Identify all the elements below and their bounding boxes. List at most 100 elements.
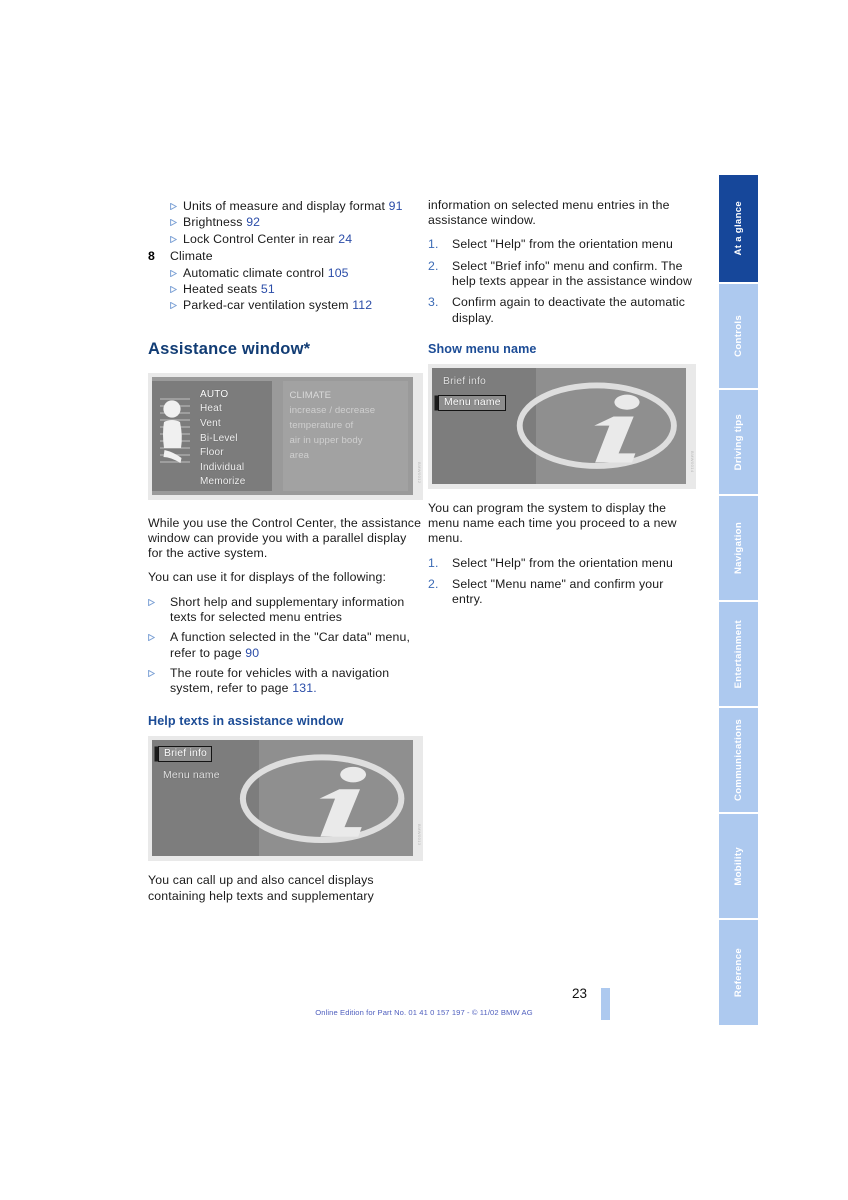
step-number: 2.	[428, 258, 439, 273]
list-item-label: The route for vehicles with a navigation…	[170, 666, 423, 697]
index-item-label: Heated seats 51	[183, 281, 423, 297]
climate-menu-item[interactable]: Heat	[200, 402, 246, 417]
index-item-text: Automatic climate control	[183, 265, 325, 280]
help-steps-list: 1. Select "Help" from the orientation me…	[428, 237, 696, 325]
triangle-bullet-icon	[148, 630, 170, 661]
sidebar-item-at-a-glance[interactable]: At a glance	[719, 175, 758, 282]
left-column: Units of measure and display format 91 B…	[148, 198, 423, 904]
sidebar-item-label: Entertainment	[733, 619, 744, 689]
step-number: 2.	[428, 576, 439, 591]
sidebar-item-label: At a glance	[733, 201, 744, 256]
brief-info-screen: Brief info Menu name	[152, 740, 413, 857]
paragraph-assistance-intro: While you use the Control Center, the as…	[148, 515, 422, 561]
sidebar-item-controls[interactable]: Controls	[719, 282, 758, 388]
sidebar-item-label: Mobility	[733, 846, 744, 886]
triangle-bullet-icon	[170, 281, 183, 297]
figure-show-menu-name: Brief info Menu name BMW0014	[428, 363, 696, 489]
list-item-label: Short help and supplementary information…	[170, 595, 423, 626]
list-item: 2. Select "Menu name" and confirm your e…	[428, 577, 696, 608]
list-item-label: A function selected in the "Car data" me…	[170, 630, 423, 661]
triangle-bullet-icon	[148, 595, 170, 626]
page-ref[interactable]: 24	[338, 232, 352, 246]
index-list-continued: Units of measure and display format 91 B…	[148, 198, 423, 314]
page-ref[interactable]: 51	[261, 282, 275, 296]
sidebar-item-communications[interactable]: Communications	[719, 706, 758, 812]
sidebar-item-mobility[interactable]: Mobility	[719, 812, 758, 918]
step-text: Select "Menu name" and confirm your entr…	[452, 576, 664, 607]
index-item-text: Units of measure and display format	[183, 199, 386, 213]
index-item: Parked-car ventilation system 112	[148, 297, 423, 313]
index-item-text: Parked-car ventilation system	[183, 298, 349, 313]
menu-name-screen: Brief info Menu name	[432, 367, 686, 484]
climate-menu-item[interactable]: Memorize	[200, 475, 246, 490]
subheading-show-menu-name: Show menu name	[428, 341, 537, 356]
index-section-climate: 8 Climate	[148, 248, 423, 264]
page-ref[interactable]: 90	[245, 646, 259, 660]
page-ref[interactable]: 92	[246, 215, 260, 229]
triangle-bullet-icon	[170, 214, 183, 230]
climate-menu-panel: AUTO Heat Vent Bi-Level Floor Individual…	[152, 380, 273, 491]
index-item-label: Parked-car ventilation system 112	[183, 297, 423, 313]
page-number: 23	[572, 986, 588, 1001]
footer-copyright: Online Edition for Part No. 01 41 0 157 …	[315, 1008, 533, 1017]
index-item-text: Lock Control Center in rear	[183, 231, 335, 246]
sidebar-item-navigation[interactable]: Navigation	[719, 494, 758, 600]
climate-info-title: CLIMATE	[289, 389, 332, 401]
index-item-text: Heated seats	[183, 282, 258, 297]
list-item-text: The route for vehicles with a navigation…	[170, 665, 390, 696]
page-ref[interactable]: 112	[352, 298, 372, 312]
step-number: 1.	[428, 555, 439, 570]
menu-option-menu-name[interactable]: Menu name	[158, 769, 224, 783]
figure-caption-mark: BMW0013	[417, 823, 422, 846]
list-item: Short help and supplementary information…	[148, 595, 423, 626]
menu-option-menu-name[interactable]: Menu name	[438, 394, 506, 411]
index-item: Automatic climate control 105	[148, 265, 423, 281]
index-item-label: Brightness 92	[183, 214, 423, 230]
climate-menu-item[interactable]: Individual	[200, 461, 246, 476]
climate-menu-item[interactable]: Floor	[200, 446, 246, 461]
climate-info-line: air in upper body	[289, 434, 363, 446]
index-item: Brightness 92	[148, 214, 423, 230]
sidebar-item-entertainment[interactable]: Entertainment	[719, 600, 758, 706]
sidebar-item-label: Communications	[733, 718, 744, 802]
page-ref[interactable]: 131.	[292, 681, 317, 695]
index-item-label: Automatic climate control 105	[183, 265, 423, 281]
information-watermark-icon	[517, 382, 678, 470]
section-number: 8	[148, 249, 155, 264]
climate-menu-item[interactable]: Vent	[200, 417, 246, 432]
triangle-bullet-icon	[170, 231, 183, 247]
page-title: Assistance window*	[148, 339, 311, 358]
list-item-text: A function selected in the "Car data" me…	[170, 630, 411, 660]
list-item: 1. Select "Help" from the orientation me…	[428, 556, 696, 571]
climate-info-line: increase / decrease	[289, 404, 376, 416]
climate-info-text: CLIMATE increase / decrease temperature …	[290, 388, 404, 463]
sidebar-item-label: Navigation	[733, 521, 744, 575]
menu-option-brief-info[interactable]: Brief info	[438, 375, 490, 389]
section-title: Climate	[170, 249, 213, 264]
index-item: Lock Control Center in rear 24	[148, 231, 423, 247]
step-text: Select "Help" from the orientation menu	[452, 237, 674, 252]
triangle-bullet-icon	[170, 198, 183, 214]
climate-menu-item[interactable]: AUTO	[200, 388, 246, 403]
sidebar-item-label: Driving tips	[733, 413, 744, 471]
list-item: A function selected in the "Car data" me…	[148, 630, 423, 661]
page-ref[interactable]: 91	[389, 199, 403, 213]
figure-caption-mark: BMW0012	[417, 462, 422, 484]
list-item: The route for vehicles with a navigation…	[148, 666, 423, 697]
index-item-label: Lock Control Center in rear 24	[183, 231, 423, 247]
climate-screen: AUTO Heat Vent Bi-Level Floor Individual…	[152, 376, 413, 495]
climate-menu-item[interactable]: Bi-Level	[200, 432, 246, 447]
step-text: Confirm again to deactivate the automati…	[452, 295, 686, 325]
index-item-label: Units of measure and display format 91	[183, 198, 423, 214]
menu-option-brief-info[interactable]: Brief info	[158, 746, 213, 763]
figure-caption-mark: BMW0014	[690, 451, 695, 473]
climate-menu-list: AUTO Heat Vent Bi-Level Floor Individual…	[200, 388, 246, 490]
triangle-bullet-icon	[170, 265, 183, 281]
page-ref[interactable]: 105	[328, 266, 349, 280]
list-item: 1. Select "Help" from the orientation me…	[428, 237, 696, 252]
sidebar-item-driving-tips[interactable]: Driving tips	[719, 388, 758, 494]
step-number: 1.	[428, 237, 439, 252]
assistance-uses-list: Short help and supplementary information…	[148, 595, 423, 697]
right-column: information on selected menu entries in …	[428, 198, 696, 613]
list-item: 3. Confirm again to deactivate the autom…	[428, 295, 696, 326]
